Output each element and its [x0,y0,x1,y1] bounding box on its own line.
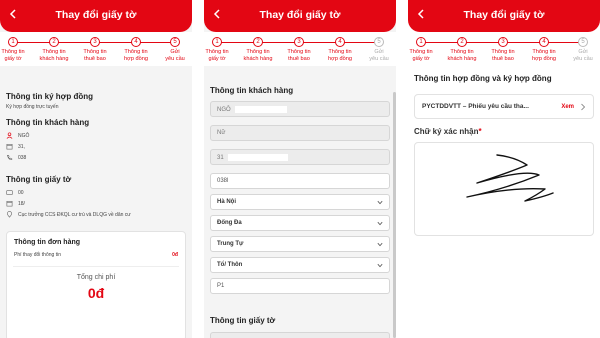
step-2: 2 Thông tin khách hàng [447,37,477,62]
contract-document-item[interactable]: PYCTDDVTT – Phiếu yêu cầu tha... Xem [414,94,594,119]
header-title: Thay đổi giấy tờ [55,9,137,21]
customer-section-title: Thông tin khách hàng [210,86,294,95]
step-5: 5 Gửi yêu cầu [165,37,185,62]
signature-pad[interactable] [414,142,594,236]
chevron-down-icon [377,242,383,247]
header-title: Thay đổi giấy tờ [259,9,341,21]
order-title: Thông tin đơn hàng [14,239,81,246]
person-icon [6,132,13,139]
order-card: Thông tin đơn hàng Phí thay đổi thông ti… [6,231,186,338]
chevron-down-icon [377,263,383,268]
ward-select[interactable]: Trung Tự [210,236,390,252]
header-title: Thay đổi giấy tờ [463,9,545,21]
phone-field[interactable]: 038l [210,173,390,189]
calendar-icon [6,201,13,207]
customer-section-title: Thông tin khách hàng [6,118,90,127]
contract-subtitle: Ký hợp đồng trực tuyến [6,104,59,110]
doc-section-title: Thông tin giấy tờ [6,175,72,184]
phone-icon [6,155,13,161]
step-1: 1 Thông tin giấy tờ [409,37,433,62]
progress-stepper: 1 Thông tin giấy tờ 2 Thông tin khách hàng 3… [0,32,192,66]
address-field[interactable]: P1 [210,278,390,294]
customer-dob-row: 31, [0,141,192,152]
step-2: 2 Thông tin khách hàng [243,37,273,62]
hamlet-select[interactable]: Tổ/ Thôn [210,257,390,273]
dob-field: 31 [210,149,390,165]
chevron-down-icon [377,221,383,226]
signature-stroke [466,154,554,202]
chevron-right-icon [581,103,586,110]
step-3: 3 Thông tin thuê bao [287,37,311,62]
doc-date-row: 18/ [0,198,192,209]
fee-value: 0đ [172,252,178,258]
province-select[interactable]: Hà Nội [210,194,390,210]
doc-number-row: 00 [0,187,192,198]
id-card-icon [6,190,13,195]
step-5: 5 Gửi yêu cầu [369,37,389,62]
fee-label: Phí thay đổi thông tin [14,252,61,258]
step-4: 4 Thông tin hợp đồng [328,37,352,62]
name-field: NGÔ [210,101,390,117]
step-3: 3 Thông tin thuê bao [491,37,515,62]
district-select[interactable]: Đống Đa [210,215,390,231]
customer-phone-row: 038 [0,152,192,163]
scrollbar[interactable] [393,92,396,338]
chevron-down-icon [377,200,383,205]
app-header: Thay đổi giấy tờ [0,0,192,32]
step-4: 4 Thông tin hợp đồng [124,37,148,62]
contract-section-title: Thông tin hợp đồng và ký hợp đồng [414,74,552,83]
progress-stepper: 1 Thông tin giấy tờ 2 Thông tin khách hàng 3… [408,32,600,66]
doc-issuer-row: Cục trưởng CCS ĐKQL cư trú và DLQG về dâ… [0,209,192,220]
progress-stepper: 1 Thông tin giấy tờ 2 Thông tin khách hàng 3… [204,32,396,66]
screen-customer-info: Thay đổi giấy tờ 1 Thông tin giấy tờ 2 Thôn… [204,0,396,338]
step-1: 1 Thông tin giấy tờ [1,37,25,62]
step-5: 5 Gửi yêu cầu [573,37,593,62]
doc-section-title: Thông tin giấy tờ [210,316,276,325]
customer-name-row: NGÔ [0,130,192,141]
gender-field: Nữ [210,125,390,141]
app-header: Thay đổi giấy tờ [408,0,600,32]
doc-number-field [210,332,390,338]
signature-label: Chữ ký xác nhận* [414,127,482,136]
location-icon [7,211,12,218]
total-value: 0đ [87,285,105,301]
view-contract-link[interactable]: Xem [561,104,574,110]
app-header: Thay đổi giấy tờ [204,0,396,32]
calendar-icon [6,144,13,150]
step-4: 4 Thông tin hợp đồng [532,37,556,62]
step-2: 2 Thông tin khách hàng [39,37,69,62]
total-label: Tổng chi phí [76,274,116,281]
screen-contract-sign: Thay đổi giấy tờ 1 Thông tin giấy tờ 2 Thôn… [408,0,600,338]
step-1: 1 Thông tin giấy tờ [205,37,229,62]
contract-document-name: PYCTDDVTT – Phiếu yêu cầu tha... [422,103,529,110]
contract-section-title: Thông tin ký hợp đồng [6,92,94,101]
screen-review: Thay đổi giấy tờ 1 Thông tin giấy tờ 2 Thôn… [0,0,192,338]
step-3: 3 Thông tin thuê bao [83,37,107,62]
